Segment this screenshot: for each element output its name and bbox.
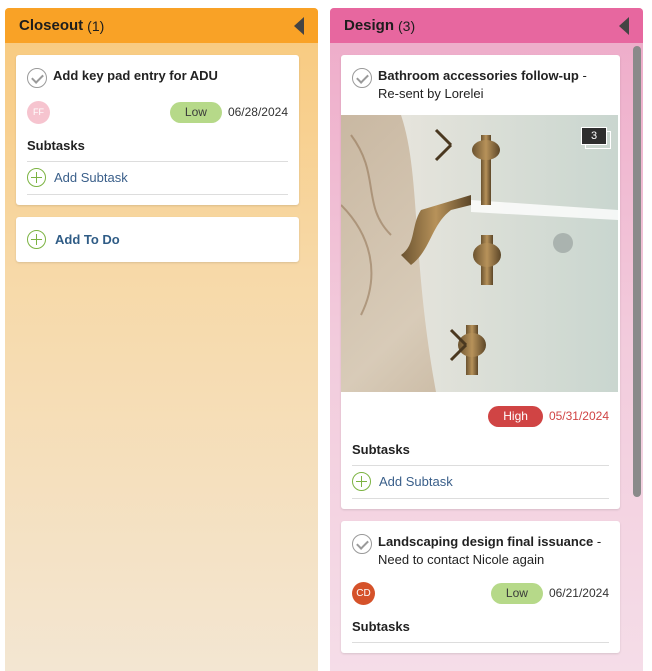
subtasks-heading: Subtasks	[352, 619, 609, 643]
card-title-row: Add key pad entry for ADU	[27, 67, 288, 88]
complete-check-icon[interactable]	[27, 68, 47, 88]
column-closeout: Closeout (1) Add key pad entry for ADU F…	[5, 8, 318, 671]
column-header[interactable]: Closeout (1)	[5, 8, 318, 43]
avatar[interactable]: CD	[352, 581, 375, 605]
card-title: Add key pad entry for ADU	[53, 68, 218, 83]
card-meta: CD Low 06/21/2024	[352, 581, 609, 605]
card-meta: FF Low 06/28/2024	[27, 100, 288, 124]
due-date: 06/28/2024	[227, 105, 288, 119]
due-date: 06/21/2024	[548, 586, 609, 600]
card-title: Landscaping design final issuance - Need…	[378, 534, 602, 567]
priority-badge[interactable]: Low	[490, 582, 543, 604]
column-body: Bathroom accessories follow-up - Re-sent…	[330, 43, 631, 671]
card-image[interactable]: 3	[341, 115, 620, 392]
column-header[interactable]: Design (3)	[330, 8, 643, 43]
column-title: Design	[344, 17, 395, 34]
column-body: Add key pad entry for ADU FF Low 06/28/2…	[5, 43, 310, 671]
subtasks-heading: Subtasks	[352, 442, 609, 466]
add-subtask-label: Add Subtask	[54, 170, 128, 185]
complete-check-icon[interactable]	[352, 68, 372, 88]
card-title-row: Landscaping design final issuance - Need…	[352, 533, 609, 569]
column-design: Design (3) Bathroom accessories follow-u…	[330, 8, 643, 671]
plus-circle-icon	[27, 168, 46, 187]
task-card[interactable]: Bathroom accessories follow-up - Re-sent…	[341, 55, 620, 509]
priority-badge[interactable]: Low	[169, 101, 222, 123]
image-count-badge[interactable]: 3	[581, 127, 607, 145]
collapse-arrow-icon[interactable]	[294, 17, 304, 35]
task-card[interactable]: Add key pad entry for ADU FF Low 06/28/2…	[16, 55, 299, 205]
add-todo-button[interactable]: Add To Do	[16, 217, 299, 262]
plus-circle-icon	[352, 472, 371, 491]
card-meta: High 05/31/2024	[352, 404, 609, 428]
task-card[interactable]: Landscaping design final issuance - Need…	[341, 521, 620, 653]
add-subtask-label: Add Subtask	[379, 474, 453, 489]
card-title-row: Bathroom accessories follow-up - Re-sent…	[352, 67, 609, 103]
column-count: (3)	[398, 17, 416, 34]
due-date: 05/31/2024	[548, 409, 609, 423]
add-subtask-button[interactable]: Add Subtask	[352, 466, 609, 499]
collapse-arrow-icon[interactable]	[619, 17, 629, 35]
add-subtask-button[interactable]: Add Subtask	[27, 162, 288, 195]
faucet-photo	[341, 115, 618, 392]
add-todo-label: Add To Do	[55, 232, 120, 247]
avatar[interactable]: FF	[27, 100, 50, 124]
card-title: Bathroom accessories follow-up - Re-sent…	[378, 68, 587, 101]
scrollbar-thumb[interactable]	[633, 46, 641, 497]
plus-circle-icon	[27, 230, 46, 249]
column-title: Closeout	[19, 17, 84, 34]
complete-check-icon[interactable]	[352, 534, 372, 554]
subtasks-heading: Subtasks	[27, 138, 288, 162]
priority-badge[interactable]: High	[488, 405, 543, 427]
column-count: (1)	[87, 17, 105, 34]
